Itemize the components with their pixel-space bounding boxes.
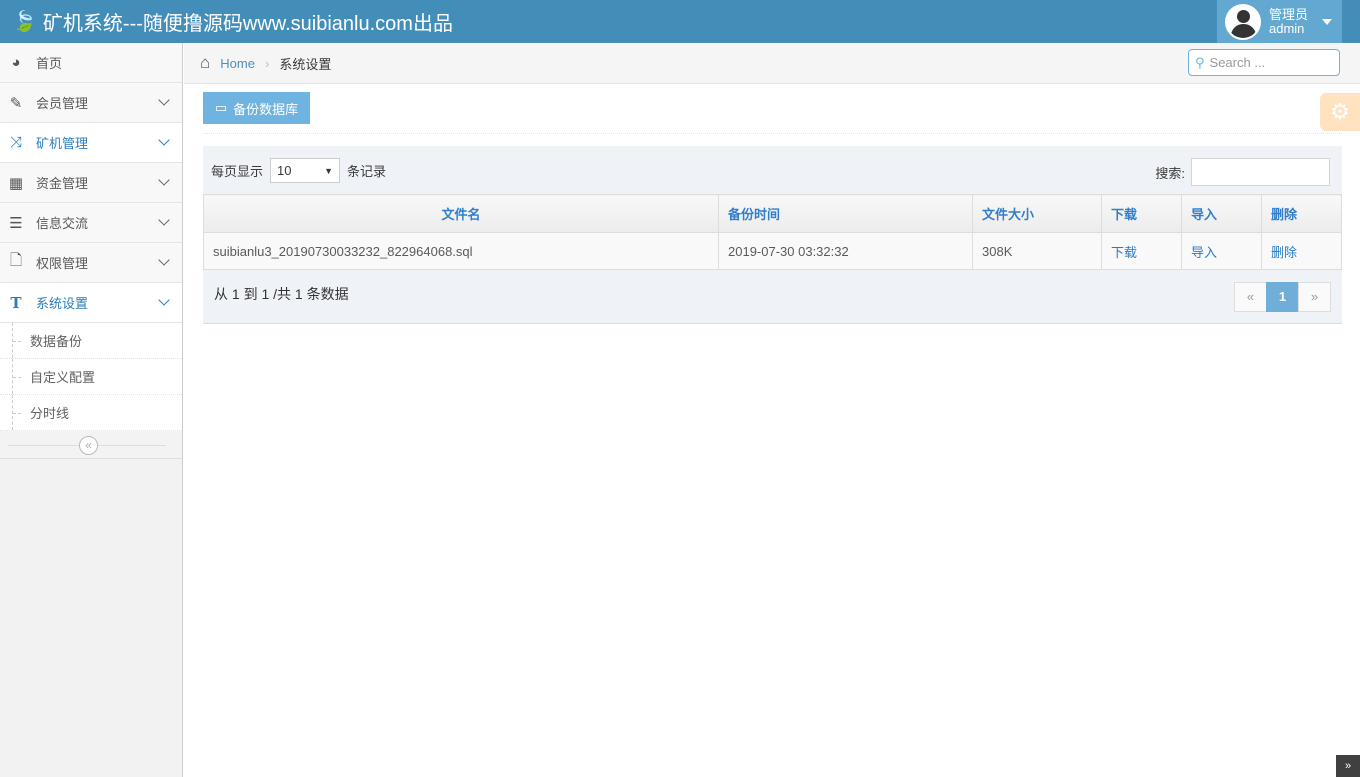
backup-table: 文件名 备份时间 文件大小 下载 导入 删除 suibianlu3_201907…	[203, 194, 1342, 270]
leaf-icon: 🍃	[12, 11, 37, 33]
column-header-download: 下载	[1101, 194, 1182, 233]
breadcrumb: ⌂ Home › 系统设置 ⚲ Search ...	[184, 43, 1360, 84]
brand[interactable]: 🍃 矿机系统---随便撸源码www.suibianlu.com出品	[0, 7, 453, 36]
column-header-size[interactable]: 文件大小	[972, 194, 1102, 233]
cell-filename: suibianlu3_20190730033232_822964068.sql	[203, 232, 719, 270]
sidebar-item-permissions[interactable]: 🗋 权限管理	[0, 243, 182, 283]
text-icon: T	[10, 293, 22, 312]
sidebar-collapse: «	[0, 431, 182, 459]
caret-down-icon	[1322, 18, 1333, 25]
calendar-icon: ▦	[8, 174, 24, 192]
filter-input[interactable]	[1191, 158, 1330, 186]
sidebar-item-funds[interactable]: ▦ 资金管理	[0, 163, 182, 203]
search-input[interactable]: ⚲ Search ...	[1188, 49, 1340, 76]
main-content: ⌂ Home › 系统设置 ⚲ Search ... ▭ 备份数据库 ⚙ 每页显示 …	[184, 43, 1360, 777]
sidebar-item-miners[interactable]: ⤨ 矿机管理	[0, 123, 182, 163]
submenu-custom-config[interactable]: 自定义配置	[0, 359, 182, 395]
user-menu[interactable]: 管理员 admin	[1217, 0, 1342, 43]
breadcrumb-home[interactable]: Home	[220, 56, 255, 71]
table-row: suibianlu3_20190730033232_822964068.sql …	[203, 232, 1342, 270]
table-info: 从 1 到 1 /共 1 条数据	[214, 286, 349, 302]
chevron-down-icon	[158, 134, 170, 146]
chevron-down-icon	[158, 294, 170, 306]
prev-page-button[interactable]: «	[1234, 282, 1267, 312]
collapse-icon[interactable]: «	[79, 436, 98, 455]
backup-table-panel: 每页显示 10 ▼ 条记录 搜索: 文件名 备份时间 文件大小 下载 导入 删除 …	[203, 146, 1342, 324]
sidebar-item-settings[interactable]: T 系统设置	[0, 283, 182, 323]
column-header-delete: 删除	[1261, 194, 1342, 233]
edit-icon: ✎	[9, 94, 23, 112]
navbar: 🍃 矿机系统---随便撸源码www.suibianlu.com出品 管理员 admi…	[0, 0, 1360, 43]
file-icon: 🗋	[9, 252, 23, 269]
sidebar: ◕ 首页 ✎ 会员管理 ⤨ 矿机管理 ▦ 资金管理 ☰ 信息交流 🗋 权限管理 T 系统设置 …	[0, 43, 183, 777]
cell-time: 2019-07-30 03:32:32	[718, 232, 973, 270]
breadcrumb-current: 系统设置	[279, 56, 332, 72]
list-icon: ☰	[9, 214, 23, 232]
cell-size: 308K	[972, 232, 1102, 270]
dropdown-arrow-icon: ▼	[324, 165, 334, 176]
user-role: 管理员	[1269, 6, 1309, 22]
user-name: admin	[1269, 20, 1305, 36]
search-icon: ⚲	[1195, 54, 1205, 70]
page-length: 每页显示 10 ▼ 条记录	[211, 158, 386, 183]
backup-database-button[interactable]: ▭ 备份数据库	[203, 92, 310, 124]
column-header-filename[interactable]: 文件名	[203, 194, 719, 233]
chevron-down-icon	[158, 94, 170, 106]
home-icon: ⌂	[200, 53, 211, 72]
column-header-import: 导入	[1181, 194, 1262, 233]
import-link[interactable]: 导入	[1191, 245, 1217, 260]
sidebar-item-members[interactable]: ✎ 会员管理	[0, 83, 182, 123]
avatar	[1225, 3, 1261, 40]
chevron-down-icon	[158, 214, 170, 226]
breadcrumb-separator: ›	[264, 55, 270, 71]
next-page-button[interactable]: »	[1298, 282, 1331, 312]
submenu-backup[interactable]: 数据备份	[0, 323, 182, 359]
random-icon: ⤨	[9, 134, 22, 151]
page-button[interactable]: 1	[1266, 282, 1299, 312]
dashboard-icon: ◕	[11, 54, 21, 71]
chevron-down-icon	[158, 174, 170, 186]
download-link[interactable]: 下载	[1111, 245, 1137, 260]
inbox-icon: ▭	[214, 100, 228, 115]
chevron-down-icon	[158, 254, 170, 266]
settings-gear-icon[interactable]: ⚙	[1320, 93, 1360, 131]
sidebar-item-home[interactable]: ◕ 首页	[0, 43, 182, 83]
divider	[203, 133, 1342, 134]
scroll-top-button[interactable]: »	[1336, 755, 1360, 777]
submenu-timeline[interactable]: 分时线	[0, 395, 182, 431]
table-filter: 搜索:	[1155, 158, 1330, 186]
delete-link[interactable]: 删除	[1271, 245, 1297, 260]
page-size-select[interactable]: 10 ▼	[270, 158, 341, 183]
pagination: « 1 »	[1234, 282, 1331, 312]
column-header-time[interactable]: 备份时间	[718, 194, 973, 233]
sidebar-item-messages[interactable]: ☰ 信息交流	[0, 203, 182, 243]
